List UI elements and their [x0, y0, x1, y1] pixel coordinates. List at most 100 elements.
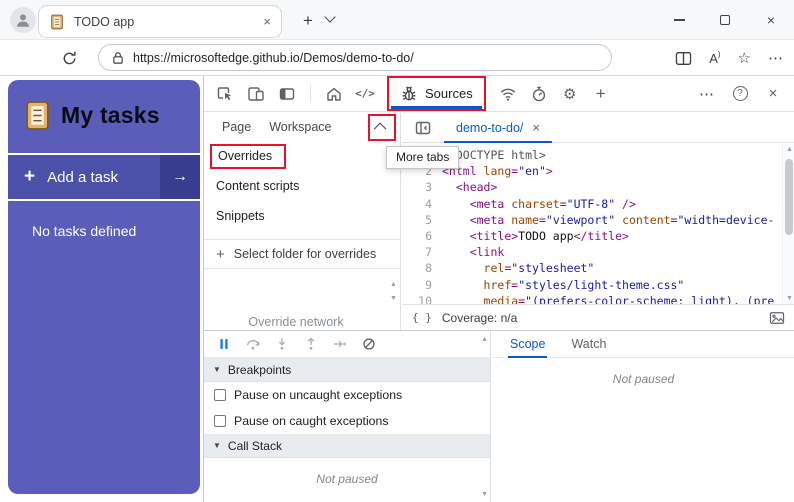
- navigator-tab-page[interactable]: Page: [222, 120, 251, 134]
- inspect-element-button[interactable]: [212, 81, 238, 107]
- devtools-toolbar-right: ⋯ ? ×: [694, 81, 786, 107]
- scrollbar-thumb[interactable]: [785, 159, 793, 235]
- deactivate-breakpoints-button[interactable]: [359, 334, 379, 354]
- read-aloud-icon[interactable]: A): [709, 50, 720, 66]
- pause-uncaught-checkbox[interactable]: [214, 389, 226, 401]
- refresh-button[interactable]: [56, 45, 82, 71]
- sources-navigator-pane: Page Workspace ⋮ Overrides Content scrip…: [204, 113, 401, 330]
- scroll-up-icon[interactable]: ▲: [390, 281, 397, 288]
- pretty-print-icon[interactable]: { }: [412, 311, 432, 324]
- editor-tab-close-icon[interactable]: ×: [532, 120, 540, 135]
- scroll-down-icon[interactable]: ▼: [390, 295, 397, 302]
- pause-caught-row: Pause on caught exceptions: [204, 408, 490, 434]
- maximize-button[interactable]: [702, 0, 748, 40]
- image-preview-button[interactable]: [769, 311, 785, 325]
- navigator-item-overrides[interactable]: Overrides: [204, 141, 400, 171]
- submit-arrow-button[interactable]: →: [160, 155, 200, 199]
- editor-scrollbar[interactable]: ▲ ▼: [782, 144, 794, 304]
- devtools-help-button[interactable]: ?: [727, 81, 753, 107]
- navigator-tab-workspace[interactable]: Workspace: [269, 120, 331, 134]
- favorites-star-icon[interactable]: ☆: [738, 49, 751, 67]
- call-stack-section-header[interactable]: ▼ Call Stack: [204, 434, 490, 458]
- refresh-icon: [63, 51, 76, 64]
- tab-title: TODO app: [74, 14, 135, 29]
- more-tabs-button[interactable]: [367, 113, 396, 141]
- tab-elements[interactable]: </>: [352, 81, 378, 107]
- arrow-right-icon: →: [172, 168, 188, 185]
- breakpoints-section-label: Breakpoints: [227, 362, 292, 377]
- pause-script-button[interactable]: [214, 334, 234, 354]
- page-title: My tasks: [61, 102, 160, 128]
- editor-tab-demo-to-do[interactable]: demo-to-do/ ×: [444, 113, 552, 143]
- line-number-gutter[interactable]: 12345678910: [402, 147, 432, 304]
- stopwatch-icon: [532, 86, 545, 101]
- tab-scope[interactable]: Scope: [507, 331, 548, 358]
- add-task-button[interactable]: + Add a task →: [8, 153, 200, 201]
- debugger-sidebar: ▼ Breakpoints Pause on uncaught exceptio…: [204, 331, 491, 502]
- scroll-down-icon[interactable]: ▼: [481, 491, 488, 498]
- tab-application[interactable]: ⚙: [557, 81, 583, 107]
- step-into-button[interactable]: [272, 334, 292, 354]
- bug-icon: [402, 85, 416, 101]
- select-folder-for-overrides-button[interactable]: + Select folder for overrides: [204, 239, 400, 269]
- sources-tab-label: Sources: [425, 86, 473, 101]
- code-brackets-icon: </>: [355, 87, 375, 100]
- tab-network[interactable]: [495, 81, 521, 107]
- scroll-down-icon[interactable]: ▼: [783, 295, 794, 302]
- step-over-button[interactable]: [243, 334, 263, 354]
- split-screen-icon[interactable]: [675, 51, 692, 66]
- debugger-toolbar: [204, 331, 490, 358]
- window-close-button[interactable]: ×: [748, 0, 794, 40]
- pause-caught-checkbox[interactable]: [214, 415, 226, 427]
- scroll-up-icon[interactable]: ▲: [783, 146, 794, 153]
- navigator-item-content-scripts[interactable]: Content scripts: [204, 171, 400, 201]
- more-tools-button[interactable]: +: [588, 81, 614, 107]
- breakpoints-section-header[interactable]: ▼ Breakpoints: [204, 358, 490, 382]
- plus-icon: +: [216, 245, 225, 263]
- step-icon: [334, 340, 346, 348]
- devtools-panel: </> Sources ⚙ + ⋯ ? × Page Workspace Ove…: [203, 76, 794, 502]
- tab-sources[interactable]: Sources: [387, 76, 486, 111]
- new-tab-button[interactable]: +: [296, 9, 320, 33]
- address-toolbar: https://microsoftedge.github.io/Demos/de…: [0, 40, 794, 76]
- settings-more-icon[interactable]: ⋯: [768, 49, 784, 67]
- overrides-annotation[interactable]: Overrides: [210, 143, 287, 169]
- minimize-button[interactable]: [656, 0, 702, 40]
- editor-status-bar: { } Coverage: n/a: [402, 304, 794, 330]
- step-out-icon: [307, 337, 315, 350]
- navigator-item-snippets[interactable]: Snippets: [204, 201, 400, 231]
- chevron-up-icon: [373, 122, 387, 135]
- step-out-button[interactable]: [301, 334, 321, 354]
- scope-not-paused: Not paused: [612, 372, 675, 386]
- notebook-icon: [26, 101, 49, 130]
- override-network-text: Override network: [248, 315, 344, 329]
- inspect-icon: [217, 86, 232, 100]
- call-stack-section-label: Call Stack: [227, 438, 282, 453]
- close-icon: ×: [768, 85, 778, 102]
- browser-tab-todo-app[interactable]: TODO app ×: [38, 5, 282, 38]
- todo-app-favicon: [51, 14, 63, 29]
- call-stack-not-paused: Not paused: [316, 472, 378, 486]
- scroll-up-icon[interactable]: ▲: [481, 336, 488, 343]
- hide-navigator-button[interactable]: [410, 115, 436, 141]
- profile-avatar[interactable]: [10, 7, 36, 33]
- plus-icon: +: [24, 166, 36, 187]
- devtools-close-button[interactable]: ×: [760, 81, 786, 107]
- device-emulation-button[interactable]: [243, 81, 269, 107]
- tab-list-chevron-icon[interactable]: [324, 11, 338, 27]
- navigator-scrollbar[interactable]: ▲ ▼: [388, 281, 399, 302]
- tab-performance[interactable]: [526, 81, 552, 107]
- tab-watch[interactable]: Watch: [571, 337, 606, 351]
- devtools-more-options-button[interactable]: ⋯: [694, 81, 720, 107]
- tab-close-icon[interactable]: ×: [263, 15, 271, 28]
- tab-welcome[interactable]: [321, 81, 347, 107]
- pause-icon: [220, 339, 228, 349]
- maximize-icon: [720, 15, 730, 25]
- focus-mode-button[interactable]: [274, 81, 300, 107]
- lock-icon[interactable]: [112, 51, 124, 65]
- person-icon: [17, 14, 29, 27]
- window-controls: ×: [656, 0, 794, 40]
- my-tasks-panel: My tasks + Add a task → No tasks defined: [8, 80, 200, 494]
- address-bar[interactable]: https://microsoftedge.github.io/Demos/de…: [98, 44, 612, 71]
- step-button[interactable]: [330, 334, 350, 354]
